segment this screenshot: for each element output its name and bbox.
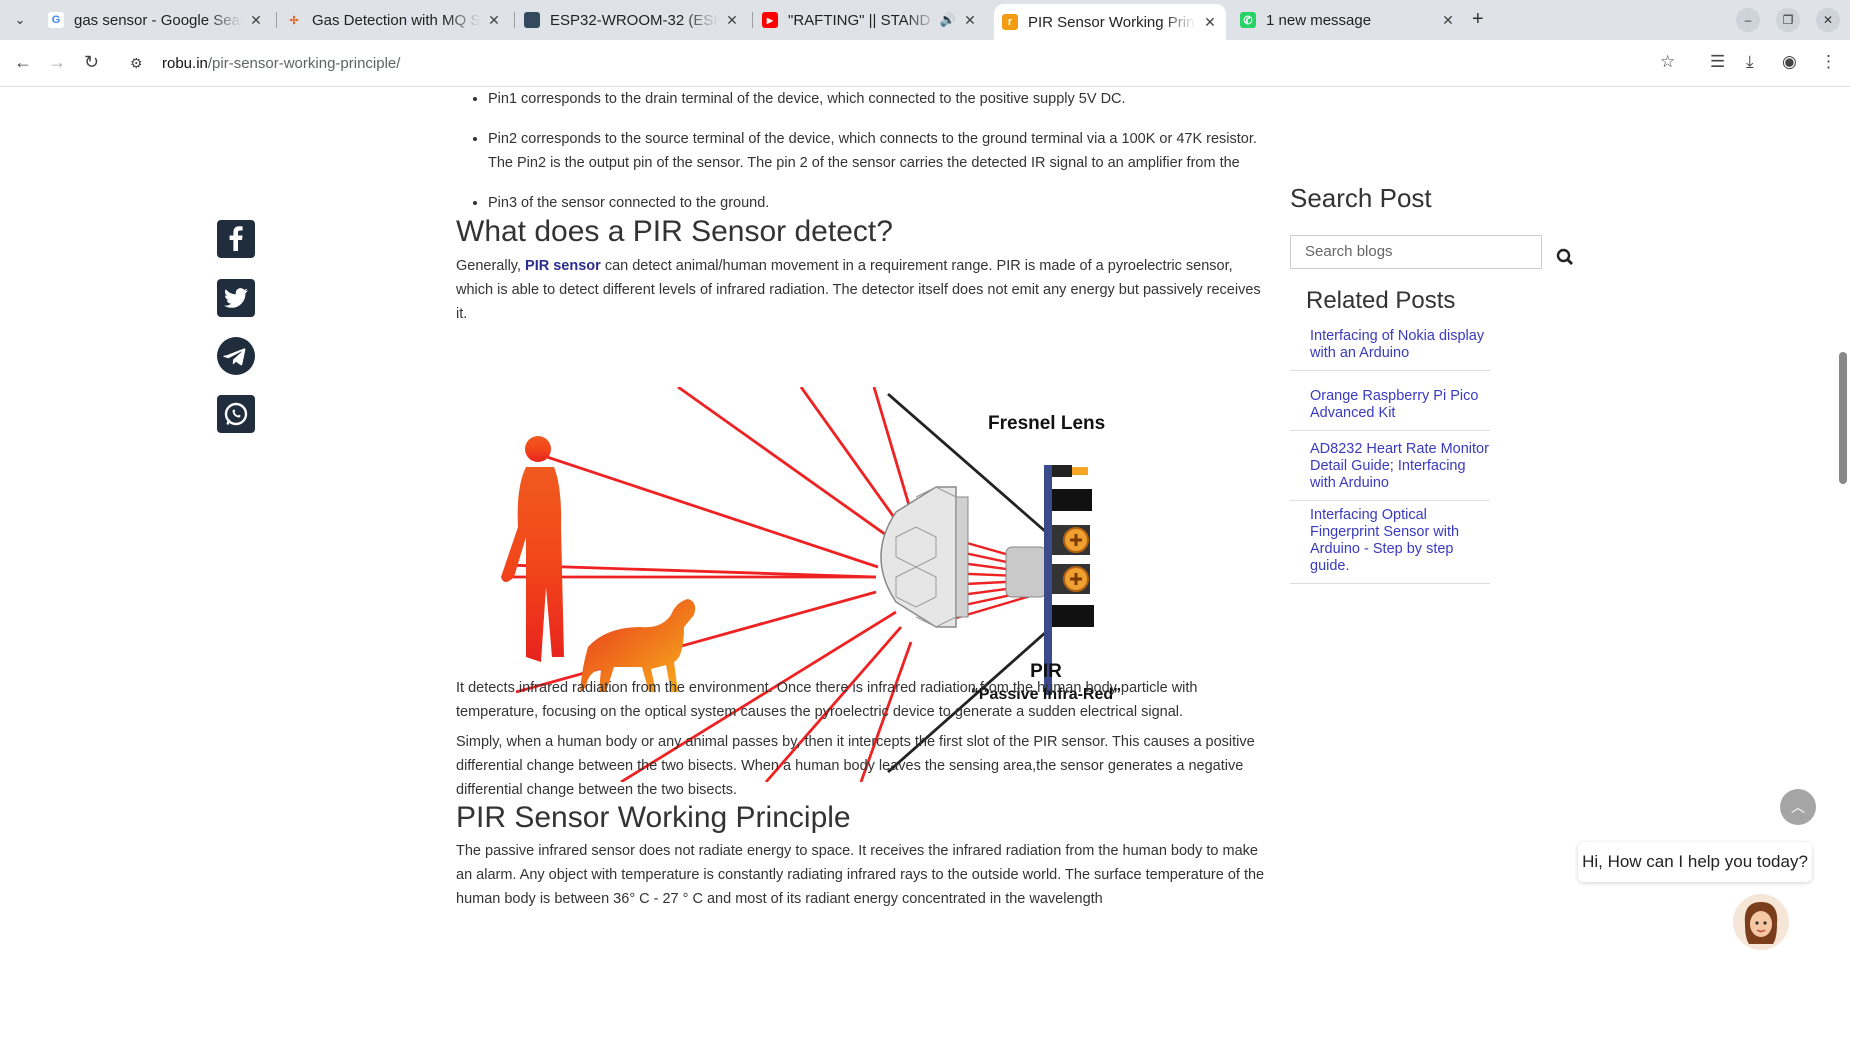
- list-item: Pin2 corresponds to the source terminal …: [488, 127, 1268, 175]
- whatsapp-icon: ✆: [1240, 12, 1256, 28]
- human-figure: [501, 436, 564, 662]
- scroll-to-top-button[interactable]: ︿: [1780, 789, 1816, 825]
- pir-sensor-link[interactable]: PIR sensor: [525, 258, 601, 274]
- related-post-link[interactable]: AD8232 Heart Rate Monitor Detail Guide; …: [1290, 441, 1490, 501]
- minimize-icon[interactable]: –: [1736, 8, 1760, 32]
- tab-esp32[interactable]: ESP32-WROOM-32 (ESP- ✕: [516, 4, 748, 36]
- close-tab-icon[interactable]: ✕: [724, 12, 740, 29]
- board-icon: [524, 12, 540, 28]
- close-tab-icon[interactable]: ✕: [1440, 12, 1456, 29]
- related-post-link[interactable]: Orange Raspberry Pi Pico Advanced Kit: [1290, 388, 1490, 431]
- twitter-icon[interactable]: [217, 279, 255, 317]
- menu-kebab-icon[interactable]: ⋮: [1820, 52, 1837, 72]
- related-post-link[interactable]: Interfacing Optical Fingerprint Sensor w…: [1290, 507, 1490, 584]
- facebook-icon[interactable]: [217, 220, 255, 258]
- forward-arrow-icon[interactable]: →: [48, 52, 66, 73]
- paragraph-principle: The passive infrared sensor does not rad…: [456, 843, 1265, 907]
- new-tab-icon[interactable]: +: [1472, 8, 1484, 31]
- scrollbar-thumb[interactable]: [1839, 352, 1847, 484]
- list-item: Pin1 corresponds to the drain terminal o…: [488, 87, 1288, 111]
- list-item: Pin3 of the sensor connected to the grou…: [488, 191, 1288, 215]
- telegram-icon[interactable]: [217, 337, 255, 375]
- search-input[interactable]: Search blogs: [1290, 235, 1542, 269]
- fresnel-lens: [880, 486, 969, 628]
- url-path: /pir-sensor-working-principle/: [207, 54, 401, 72]
- close-tab-icon[interactable]: ✕: [248, 12, 264, 29]
- tab-strip: ⌄ G gas sensor - Google Sear ✕ ✢ Gas Det…: [0, 0, 1850, 40]
- tab-google[interactable]: G gas sensor - Google Sear ✕: [40, 4, 272, 36]
- tab-gas-detection[interactable]: ✢ Gas Detection with MQ S ✕: [278, 4, 510, 36]
- google-icon: G: [48, 12, 64, 28]
- youtube-icon: ▶: [762, 12, 778, 28]
- pinwheel-icon: ✢: [289, 14, 299, 27]
- search-icon[interactable]: [1556, 248, 1574, 266]
- related-posts-title: Related Posts: [1306, 287, 1456, 314]
- chat-avatar[interactable]: [1733, 894, 1789, 950]
- paragraph-detect: Generally, PIR sensor can detect animal/…: [456, 258, 1261, 322]
- paragraph-simply: Simply, when a human body or any animal …: [456, 734, 1255, 798]
- download-icon[interactable]: ⤓: [1746, 52, 1754, 72]
- tab-search-chevron-icon[interactable]: ⌄: [8, 8, 32, 32]
- tab-youtube[interactable]: ▶ "RAFTING" || STAND U 🔊 ✕: [754, 4, 986, 36]
- restore-icon[interactable]: ❐: [1776, 8, 1800, 32]
- heading-principle: PIR Sensor Working Principle: [456, 801, 851, 834]
- close-tab-icon[interactable]: ✕: [486, 12, 502, 29]
- fresnel-lens-label: Fresnel Lens: [988, 413, 1105, 434]
- speaker-icon[interactable]: 🔊: [940, 12, 956, 28]
- paragraph-it-detects: It detects infrared radiation from the e…: [456, 680, 1198, 720]
- close-tab-icon[interactable]: ✕: [962, 12, 978, 29]
- site-info-icon[interactable]: ⚙: [130, 55, 150, 72]
- robu-icon: r: [1002, 14, 1018, 30]
- browser-toolbar: ← → ↻ ⚙ robu.in /pir-sensor-working-prin…: [0, 40, 1850, 87]
- search-post-title: Search Post: [1290, 183, 1432, 213]
- tab-pir-sensor[interactable]: r PIR Sensor Working Princ ✕: [994, 4, 1226, 40]
- address-bar[interactable]: ⚙ robu.in /pir-sensor-working-principle/: [120, 46, 1700, 80]
- chat-greeting[interactable]: Hi, How can I help you today?: [1578, 842, 1812, 882]
- web-page: Pin1 corresponds to the drain terminal o…: [0, 87, 1850, 1053]
- profile-icon[interactable]: ◉: [1782, 52, 1797, 72]
- heading-what-detect: What does a PIR Sensor detect?: [456, 215, 893, 248]
- related-post-link[interactable]: Interfacing of Nokia display with an Ard…: [1290, 328, 1490, 371]
- whatsapp-share-icon[interactable]: [217, 395, 255, 433]
- tab-whatsapp[interactable]: ✆ 1 new message ✕: [1232, 4, 1464, 36]
- scrollbar[interactable]: [1836, 87, 1850, 1053]
- close-tab-icon[interactable]: ✕: [1202, 14, 1218, 31]
- reload-icon[interactable]: ↻: [84, 52, 99, 73]
- media-queue-icon[interactable]: ☰: [1710, 52, 1725, 72]
- url-host: robu.in: [162, 54, 208, 72]
- back-arrow-icon[interactable]: ←: [14, 52, 32, 73]
- pin-list: Pin1 corresponds to the drain terminal o…: [456, 87, 1288, 231]
- close-window-icon[interactable]: ✕: [1816, 8, 1840, 32]
- bookmark-star-icon[interactable]: ☆: [1660, 52, 1675, 72]
